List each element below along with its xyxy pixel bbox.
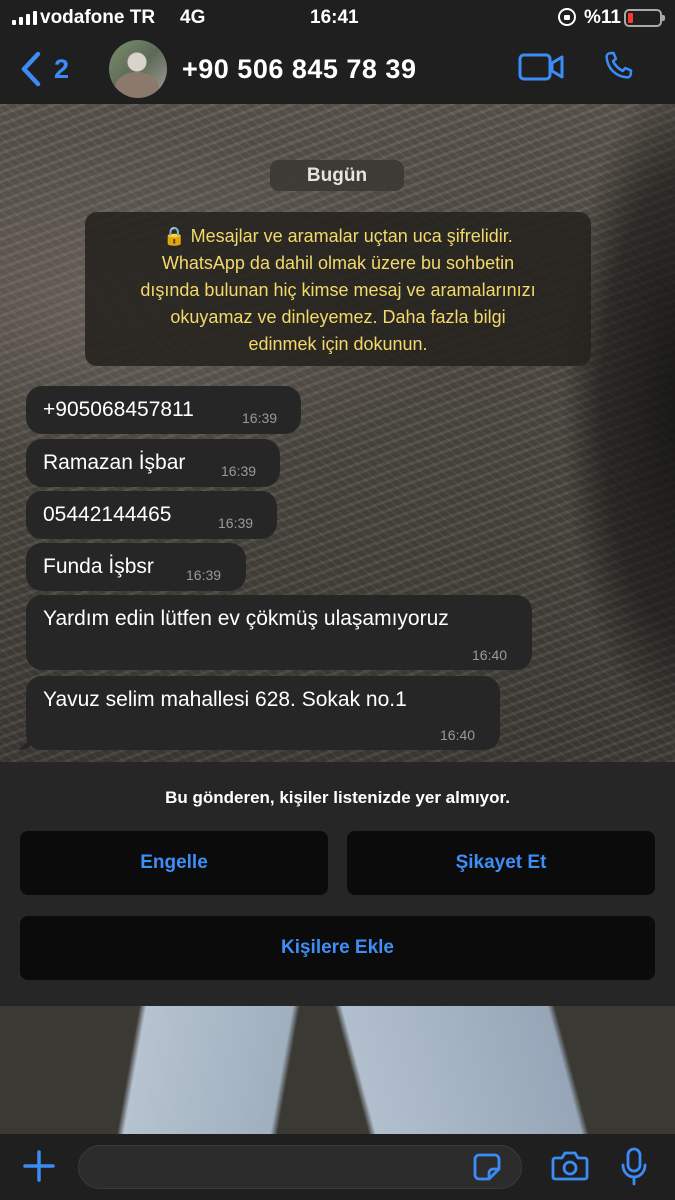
back-button[interactable]: 2 [18,50,69,88]
battery-percent: %11 [584,7,621,28]
message-input[interactable] [78,1145,522,1189]
signal-icon [12,11,37,25]
sticker-button[interactable] [472,1152,502,1187]
message-time: 16:39 [218,515,254,531]
unread-count: 2 [54,53,70,84]
encryption-line: okuyamaz ve dinleyemez. Daha fazla bilgi [170,307,506,327]
status-bar: vodafone TR 4G 16:41 %11 [0,0,675,36]
rotation-lock-icon [558,8,576,26]
message-bubble[interactable]: +905068457811 16:39 [26,386,301,434]
message-bubble[interactable]: Yavuz selim mahallesi 628. Sokak no.1 16… [26,676,500,750]
message-bubble[interactable]: Ramazan İşbar 16:39 [26,439,280,487]
unknown-sender-notice: Bu gönderen, kişiler listenizde yer almı… [165,788,510,807]
message-text: Yardım edin lütfen ev çökmüş ulaşamıyoru… [43,607,449,630]
microphone-button[interactable] [620,1147,648,1192]
video-camera-icon [518,53,564,81]
message-time: 16:39 [186,567,222,583]
message-text: Ramazan İşbar [43,451,186,474]
encryption-notice[interactable]: 🔒 Mesajlar ve aramalar uçtan uca şifreli… [85,212,591,366]
microphone-icon [621,1147,647,1186]
plus-icon [23,1150,55,1182]
message-time: 16:40 [472,647,508,663]
wallpaper-jeans [0,1005,675,1135]
message-time: 16:39 [242,410,278,426]
sticker-icon [473,1153,501,1181]
unknown-sender-panel: Bu gönderen, kişiler listenizde yer almı… [0,762,675,1006]
message-bubble[interactable]: Yardım edin lütfen ev çökmüş ulaşamıyoru… [26,595,532,670]
status-time: 16:41 [310,7,359,28]
battery-icon [624,9,665,27]
message-text: Yavuz selim mahallesi 628. Sokak no.1 [43,688,407,711]
camera-button[interactable] [551,1150,589,1187]
block-button[interactable]: Engelle [20,831,328,895]
phone-icon [605,51,633,79]
attach-button[interactable] [22,1149,56,1188]
encryption-line: edinmek için dokunun. [248,334,428,354]
contact-name[interactable]: +90 506 845 78 39 [182,54,416,85]
encryption-line: WhatsApp da dahil olmak üzere bu sohbeti… [161,253,515,273]
camera-icon [551,1151,589,1181]
compose-bar [0,1134,675,1200]
message-time: 16:39 [221,463,257,479]
encryption-line: dışında bulunan hiç kimse mesaj ve arama… [140,280,536,300]
network-type: 4G [180,7,206,28]
encryption-line: 🔒 Mesajlar ve aramalar uçtan uca şifreli… [163,226,513,246]
chevron-left-icon [21,51,41,87]
carrier-name: vodafone TR [40,7,156,28]
message-text: 05442144465 [43,503,172,526]
date-separator: Bugün [270,160,404,191]
message-text: Funda İşbsr [43,555,154,578]
message-text: +905068457811 [43,398,194,421]
chat-header: 2 +90 506 845 78 39 [0,36,675,104]
voice-call-button[interactable] [600,48,636,89]
add-contact-button[interactable]: Kişilere Ekle [20,916,655,980]
message-bubble[interactable]: Funda İşbsr 16:39 [26,543,246,591]
avatar[interactable] [109,40,167,98]
video-call-button[interactable] [518,52,564,87]
report-button[interactable]: Şikayet Et [347,831,655,895]
message-time: 16:40 [440,727,476,743]
message-bubble[interactable]: 05442144465 16:39 [26,491,277,539]
